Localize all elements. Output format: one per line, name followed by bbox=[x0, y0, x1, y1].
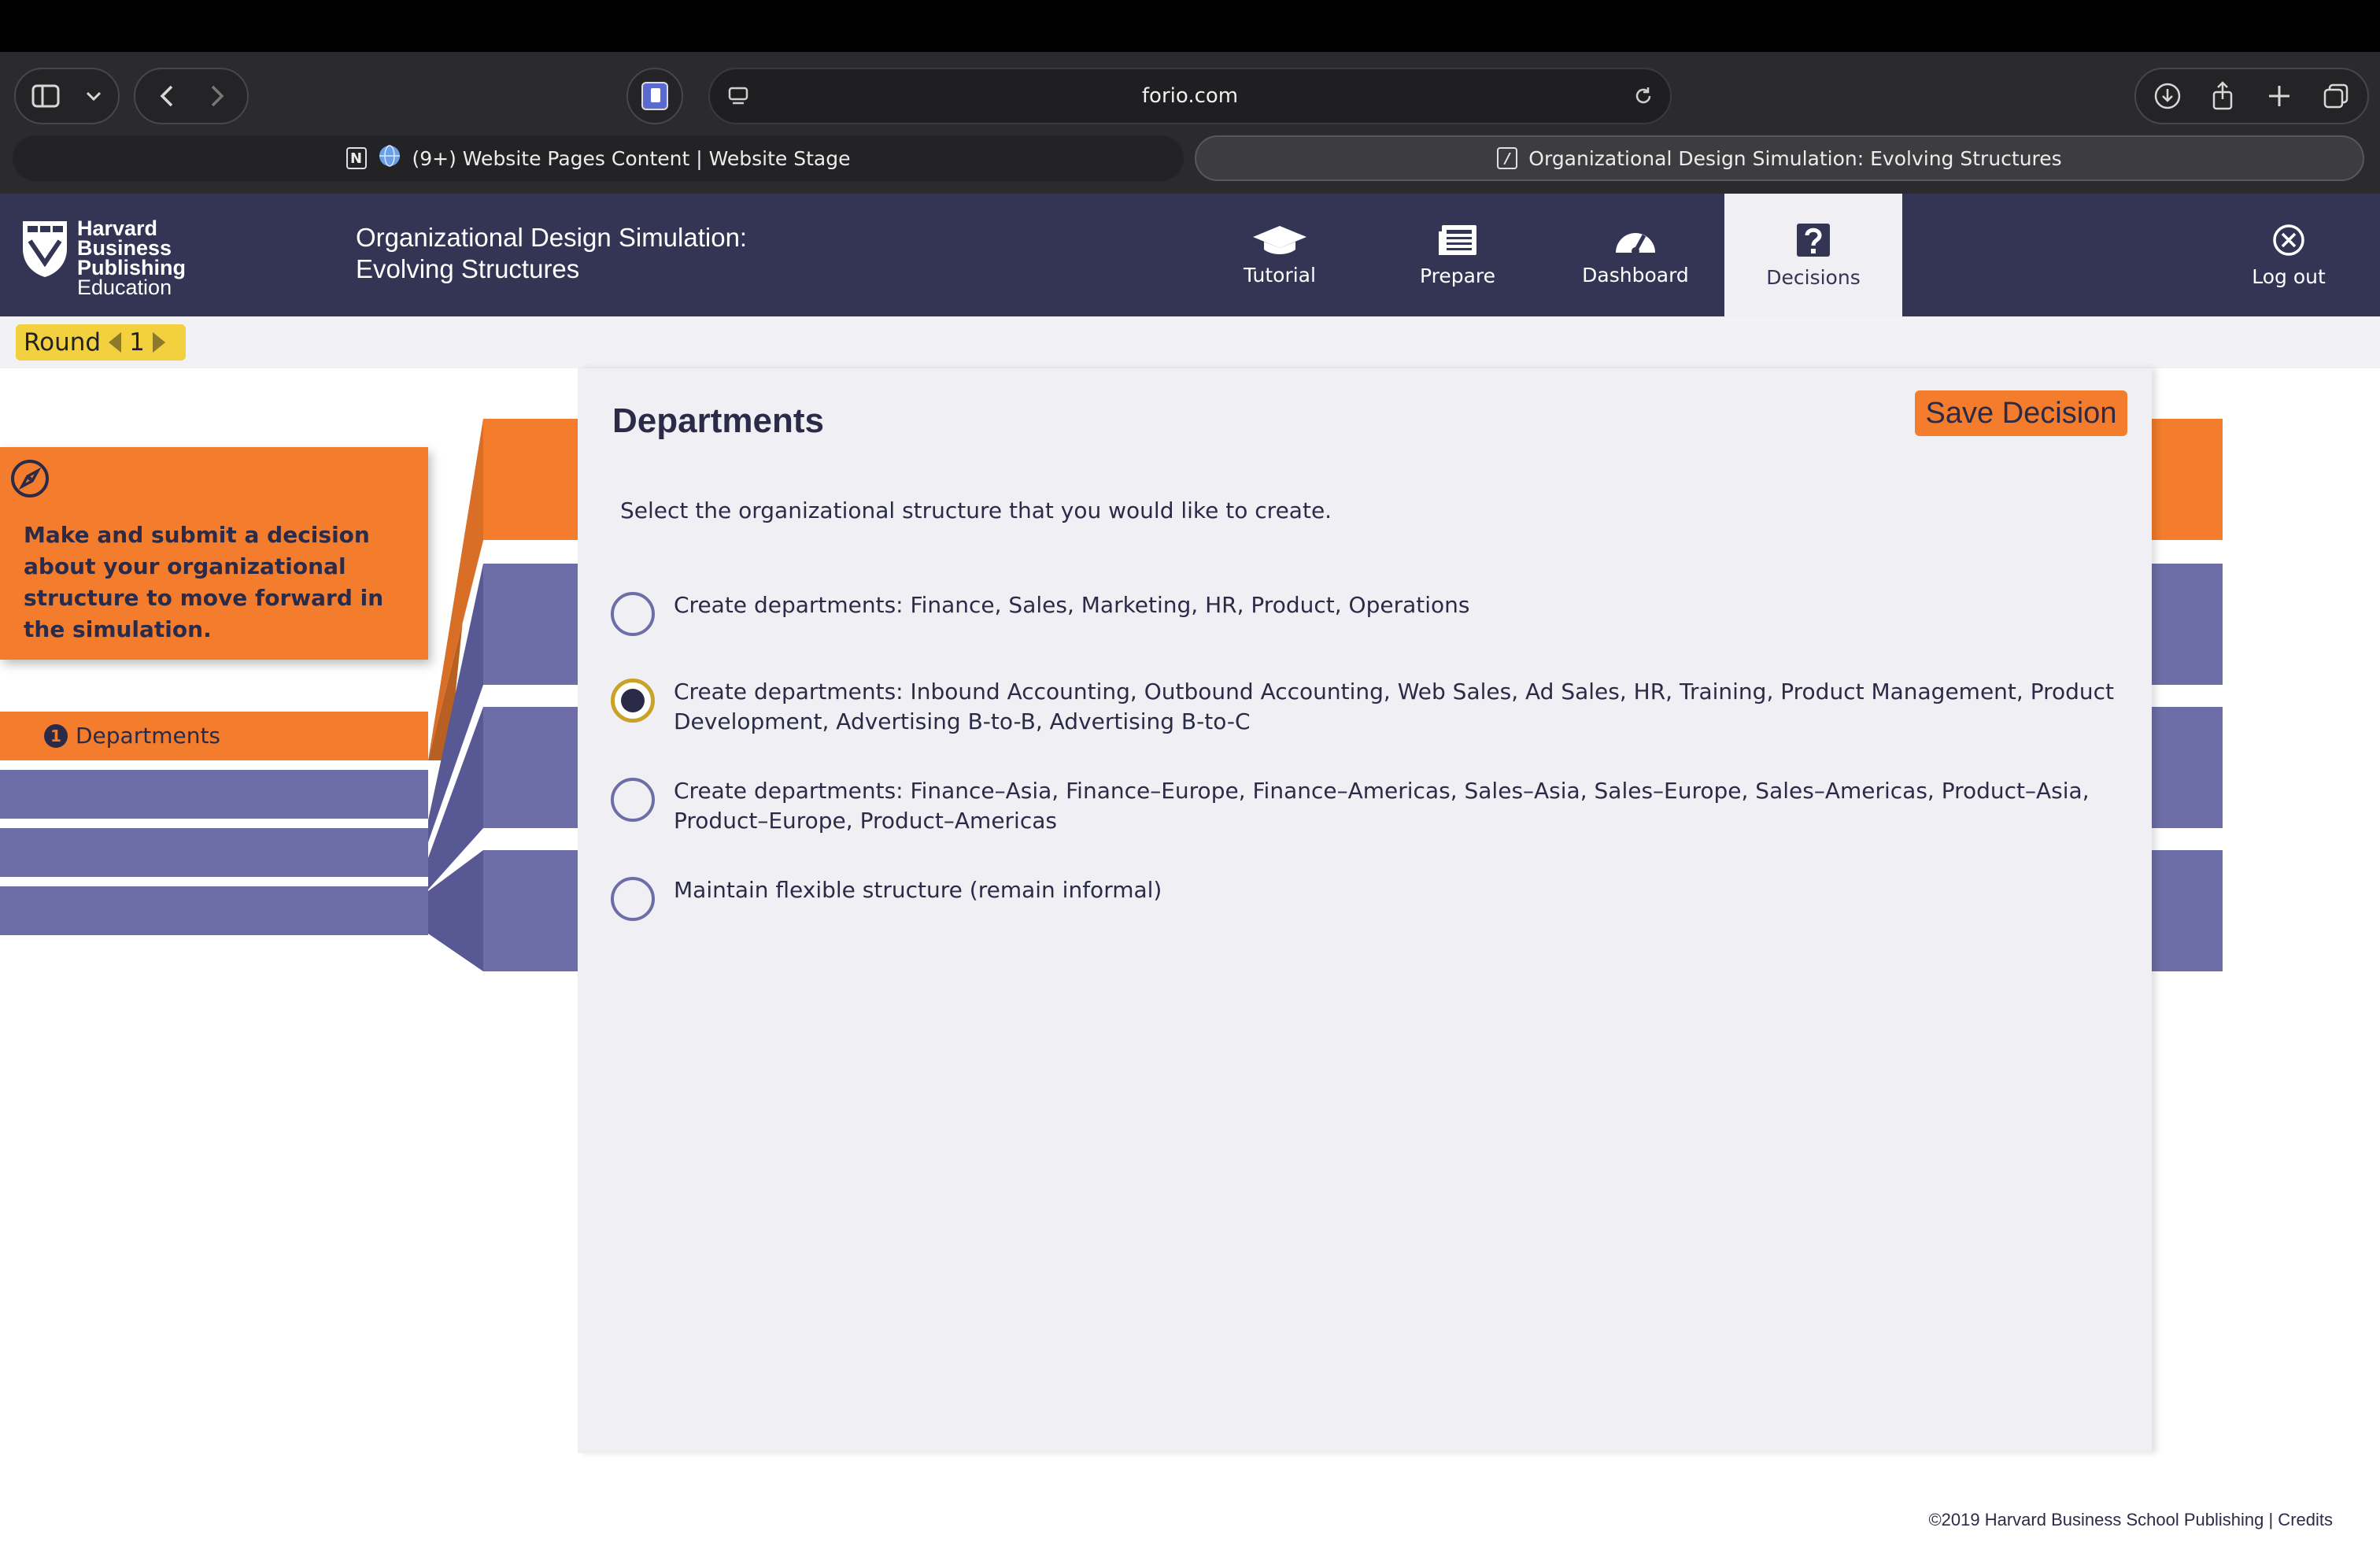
right-bar bbox=[2149, 564, 2223, 685]
shield-icon bbox=[639, 80, 671, 112]
nav-tutorial[interactable]: Tutorial bbox=[1191, 194, 1369, 316]
option-regional[interactable]: Create departments: Finance–Asia, Financ… bbox=[611, 778, 2122, 836]
nav-label: Decisions bbox=[1766, 265, 1861, 289]
right-bar bbox=[2149, 419, 2223, 540]
browser-tab-website-stage[interactable]: N (9+) Website Pages Content | Website S… bbox=[13, 135, 1184, 181]
decision-panel: Departments Save Decision Select the org… bbox=[578, 368, 2152, 1453]
nav-logout[interactable]: Log out bbox=[2202, 194, 2375, 316]
close-circle-icon bbox=[2273, 224, 2304, 256]
tab-label: (9+) Website Pages Content | Website Sta… bbox=[412, 146, 851, 170]
chevron-down-icon[interactable] bbox=[82, 83, 105, 109]
forio-icon: / bbox=[1497, 147, 1518, 169]
sidebar-icon[interactable] bbox=[30, 82, 61, 110]
graduation-cap-icon bbox=[1253, 225, 1306, 254]
step-bar bbox=[0, 828, 428, 877]
round-selector: Round 1 bbox=[16, 324, 186, 361]
nav-decisions[interactable]: Decisions bbox=[1724, 194, 1902, 316]
save-decision-button[interactable]: Save Decision bbox=[1915, 390, 2127, 436]
step-departments[interactable]: 1 Departments bbox=[0, 712, 428, 760]
flow-connectors bbox=[428, 419, 582, 971]
toolbar-actions-group bbox=[2134, 68, 2369, 124]
logo-line: Education bbox=[77, 276, 172, 299]
option-label: Create departments: Inbound Accounting, … bbox=[674, 679, 2115, 734]
option-label: Maintain flexible structure (remain info… bbox=[674, 877, 1162, 903]
nav-prepare[interactable]: Prepare bbox=[1369, 194, 1547, 316]
new-tab-icon[interactable] bbox=[2262, 80, 2297, 112]
nav-label: Tutorial bbox=[1244, 263, 1316, 287]
share-icon[interactable] bbox=[2205, 79, 2240, 113]
option-label: Create departments: Finance, Sales, Mark… bbox=[674, 592, 1470, 618]
shield-logo-icon bbox=[23, 221, 67, 277]
forward-icon[interactable] bbox=[201, 82, 233, 110]
step-label: Departments bbox=[76, 723, 221, 749]
hbp-logo: Harvard Business Publishing Education bbox=[20, 218, 186, 299]
browser-tab-simulation[interactable]: / Organizational Design Simulation: Evol… bbox=[1195, 135, 2364, 181]
page-title: Departments bbox=[612, 401, 824, 440]
nav-dashboard[interactable]: Dashboard bbox=[1547, 194, 1724, 316]
sidebar-toggle-group[interactable] bbox=[14, 68, 120, 124]
option-flexible[interactable]: Maintain flexible structure (remain info… bbox=[611, 877, 2122, 921]
nav-label: Prepare bbox=[1419, 264, 1496, 287]
radio-button[interactable] bbox=[611, 592, 655, 636]
radio-button[interactable] bbox=[611, 778, 655, 822]
compass-icon bbox=[11, 460, 49, 497]
download-icon[interactable] bbox=[2150, 80, 2185, 112]
instruction-text: Select the organizational structure that… bbox=[620, 497, 1332, 523]
step-number: 1 bbox=[44, 724, 68, 748]
step-bar bbox=[0, 770, 428, 819]
notion-icon: N bbox=[346, 147, 367, 169]
app-title: Organizational Design Simulation: Evolvi… bbox=[356, 222, 747, 285]
history-nav-group bbox=[134, 68, 249, 124]
screen-top-bar bbox=[0, 0, 2380, 52]
app-title-line1: Organizational Design Simulation: bbox=[356, 223, 748, 252]
tab-label: Organizational Design Simulation: Evolvi… bbox=[1528, 146, 2062, 170]
option-label: Create departments: Finance–Asia, Financ… bbox=[674, 778, 2090, 834]
option-functional[interactable]: Create departments: Finance, Sales, Mark… bbox=[611, 592, 2122, 636]
round-value: 1 bbox=[129, 328, 145, 357]
footer-credits[interactable]: ©2019 Harvard Business School Publishing… bbox=[1928, 1510, 2333, 1530]
tab-overview-icon[interactable] bbox=[2319, 80, 2353, 112]
browser-toolbar: forio.com N (9+) Website Pages Content |… bbox=[0, 52, 2380, 194]
reload-icon[interactable] bbox=[1628, 80, 1659, 112]
app-title-line2: Evolving Structures bbox=[356, 254, 580, 283]
url-text: forio.com bbox=[1141, 84, 1239, 108]
radio-button[interactable] bbox=[611, 877, 655, 921]
app-header: Harvard Business Publishing Education Or… bbox=[0, 194, 2380, 316]
newspaper-icon bbox=[1439, 224, 1476, 255]
question-icon bbox=[1797, 223, 1830, 257]
option-detailed-functional[interactable]: Create departments: Inbound Accounting, … bbox=[611, 679, 2122, 737]
radio-button-selected[interactable] bbox=[611, 679, 655, 723]
right-bar bbox=[2149, 707, 2223, 828]
nav-label: Log out bbox=[2252, 264, 2326, 288]
round-prev-icon[interactable] bbox=[109, 332, 122, 353]
step-bar bbox=[0, 886, 428, 935]
instruction-callout: Make and submit a decision about your or… bbox=[0, 447, 428, 660]
callout-text: Make and submit a decision about your or… bbox=[24, 522, 384, 642]
globe-icon bbox=[378, 144, 401, 172]
nav-label: Dashboard bbox=[1582, 263, 1689, 287]
speedometer-icon bbox=[1616, 232, 1655, 255]
round-bar-background bbox=[0, 316, 2380, 368]
round-next-icon[interactable] bbox=[152, 332, 165, 353]
back-icon[interactable] bbox=[151, 82, 183, 110]
round-label: Round bbox=[24, 328, 102, 357]
privacy-extension[interactable] bbox=[626, 68, 683, 124]
address-bar[interactable]: forio.com bbox=[708, 68, 1672, 124]
right-bar bbox=[2149, 850, 2223, 971]
